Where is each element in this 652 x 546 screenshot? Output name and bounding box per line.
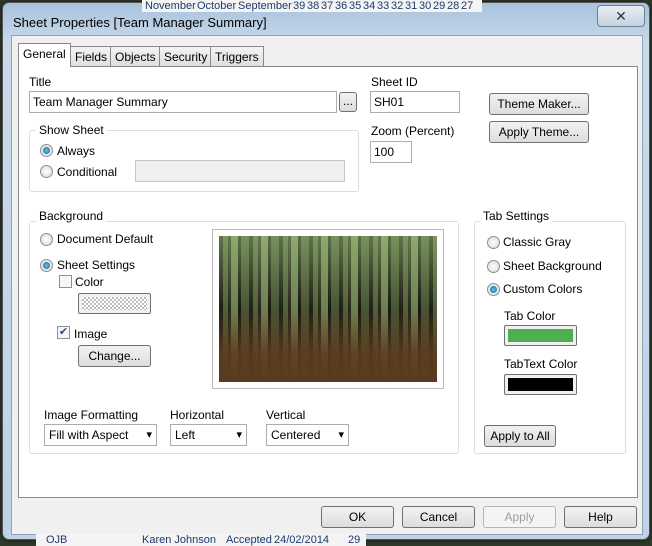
- horizontal-label: Horizontal: [170, 408, 225, 422]
- ok-button[interactable]: OK: [321, 506, 394, 528]
- bg-header: 34: [363, 0, 376, 12]
- bg-header: September: [238, 0, 292, 12]
- background-sheet-row: OJB Karen Johnson Accepted 24/02/2014 29: [36, 534, 366, 546]
- always-radio[interactable]: [40, 144, 53, 157]
- tab-text-color-swatch[interactable]: [504, 374, 577, 395]
- bg-header: 38: [307, 0, 320, 12]
- sheet-settings-label: Sheet Settings: [57, 258, 136, 272]
- help-button[interactable]: Help: [564, 506, 637, 528]
- title-input[interactable]: Team Manager Summary: [29, 91, 337, 113]
- bg-header: 35: [349, 0, 362, 12]
- bg-header: 36: [335, 0, 348, 12]
- document-default-label: Document Default: [57, 232, 154, 246]
- tab-color-fill: [508, 329, 573, 342]
- sheet-background-radio[interactable]: [487, 260, 500, 273]
- bg-cell: 24/02/2014: [274, 534, 330, 546]
- close-button[interactable]: ✕: [597, 5, 645, 27]
- bg-header: 30: [419, 0, 432, 12]
- sheet-id-label: Sheet ID: [371, 75, 418, 89]
- bg-header: November: [145, 0, 196, 12]
- bg-header: 28: [447, 0, 460, 12]
- apply-button[interactable]: Apply: [483, 506, 556, 528]
- bg-cell: Karen Johnson: [142, 534, 216, 546]
- color-checkbox[interactable]: [59, 275, 72, 288]
- vertical-select[interactable]: Centered: [266, 424, 349, 446]
- image-formatting-label: Image Formatting: [44, 408, 139, 422]
- bg-header: October: [197, 0, 237, 12]
- zoom-input[interactable]: 100: [370, 141, 412, 163]
- background-image-preview: [212, 229, 444, 389]
- bg-header: 32: [391, 0, 404, 12]
- conditional-radio[interactable]: [40, 165, 53, 178]
- sheet-settings-radio[interactable]: [40, 259, 53, 272]
- general-panel: Title Team Manager Summary ... Sheet ID …: [18, 66, 638, 498]
- show-sheet-title: Show Sheet: [36, 123, 107, 137]
- conditional-input[interactable]: [135, 160, 345, 182]
- custom-colors-label: Custom Colors: [503, 282, 583, 296]
- bg-header: 37: [321, 0, 334, 12]
- tab-color-swatch[interactable]: [504, 325, 577, 346]
- image-checkbox[interactable]: ✔: [57, 326, 70, 339]
- background-title: Background: [36, 209, 107, 223]
- sheet-id-input[interactable]: SH01: [370, 91, 460, 113]
- sheet-background-label: Sheet Background: [503, 259, 602, 273]
- bg-header: 39: [293, 0, 306, 12]
- theme-maker-button[interactable]: Theme Maker...: [489, 93, 589, 115]
- tab-objects[interactable]: Objects: [110, 46, 161, 66]
- apply-theme-button[interactable]: Apply Theme...: [489, 121, 589, 143]
- sheet-properties-dialog: Sheet Properties [Team Manager Summary] …: [2, 2, 650, 540]
- background-color-swatch[interactable]: [78, 293, 151, 314]
- bg-cell: 29: [348, 534, 361, 546]
- tab-triggers[interactable]: Triggers: [210, 46, 264, 66]
- cancel-button[interactable]: Cancel: [402, 506, 475, 528]
- bg-header: 33: [377, 0, 390, 12]
- bg-header: 27: [461, 0, 474, 12]
- always-label: Always: [57, 144, 96, 158]
- apply-to-all-button[interactable]: Apply to All: [484, 425, 556, 447]
- color-label: Color: [75, 275, 104, 289]
- image-label: Image: [74, 327, 108, 341]
- zoom-label: Zoom (Percent): [371, 124, 455, 138]
- title-browse-button[interactable]: ...: [339, 92, 357, 112]
- tab-general[interactable]: General: [18, 43, 71, 67]
- tab-text-color-fill: [508, 378, 573, 391]
- dialog-client: General Fields Objects Security Triggers…: [11, 35, 643, 535]
- bg-header: 29: [433, 0, 446, 12]
- tab-color-label: Tab Color: [504, 309, 556, 323]
- bg-cell: OJB: [46, 534, 68, 546]
- tab-fields[interactable]: Fields: [70, 46, 113, 66]
- document-default-radio[interactable]: [40, 233, 53, 246]
- horizontal-select[interactable]: Left: [170, 424, 247, 446]
- background-sheet-header: November October September 39 38 37 36 3…: [142, 0, 482, 12]
- tab-text-color-label: TabText Color: [504, 357, 578, 371]
- dialog-title: Sheet Properties [Team Manager Summary]: [13, 15, 267, 30]
- classic-gray-label: Classic Gray: [503, 235, 572, 249]
- forest-image: [219, 236, 437, 382]
- bg-cell: Accepted: [226, 534, 272, 546]
- vertical-label: Vertical: [266, 408, 306, 422]
- tab-settings-title: Tab Settings: [480, 209, 553, 223]
- image-formatting-select[interactable]: Fill with Aspect: [44, 424, 157, 446]
- conditional-label: Conditional: [57, 165, 118, 179]
- custom-colors-radio[interactable]: [487, 283, 500, 296]
- bg-header: 31: [405, 0, 418, 12]
- tab-security[interactable]: Security: [159, 46, 213, 66]
- title-label: Title: [29, 75, 52, 89]
- classic-gray-radio[interactable]: [487, 236, 500, 249]
- change-image-button[interactable]: Change...: [78, 345, 151, 367]
- close-icon: ✕: [615, 8, 627, 24]
